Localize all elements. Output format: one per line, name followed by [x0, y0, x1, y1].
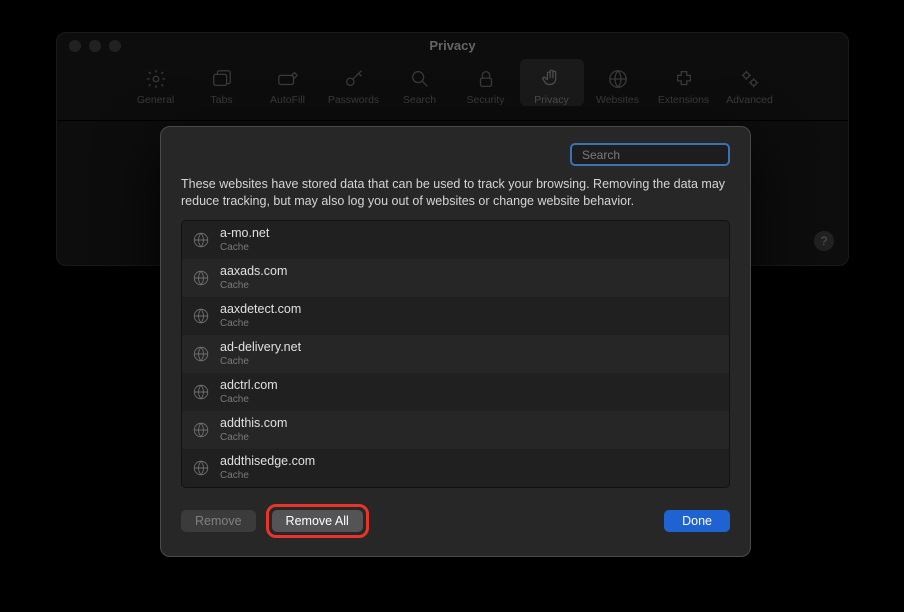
- site-domain: ad-delivery.net: [220, 341, 301, 355]
- hand-icon: [520, 65, 584, 93]
- globe-icon: [192, 345, 210, 363]
- tab-general[interactable]: General: [124, 59, 188, 106]
- site-domain: aaxdetect.com: [220, 303, 301, 317]
- search-field[interactable]: [570, 143, 730, 166]
- annotation-highlight: Remove All: [266, 504, 369, 538]
- close-icon[interactable]: [69, 40, 81, 52]
- list-item[interactable]: aaxdetect.com Cache: [182, 297, 729, 335]
- tab-label: General: [124, 94, 188, 106]
- description-text: These websites have stored data that can…: [181, 176, 730, 210]
- list-item[interactable]: a-mo.net Cache: [182, 221, 729, 259]
- tab-websites[interactable]: Websites: [586, 59, 650, 106]
- site-domain: addthisedge.com: [220, 455, 315, 469]
- globe-icon: [192, 269, 210, 287]
- globe-icon: [192, 421, 210, 439]
- list-item[interactable]: ad-delivery.net Cache: [182, 335, 729, 373]
- zoom-icon[interactable]: [109, 40, 121, 52]
- tab-search[interactable]: Search: [388, 59, 452, 106]
- puzzle-icon: [652, 65, 716, 93]
- tab-label: Search: [388, 94, 452, 106]
- manage-website-data-sheet: These websites have stored data that can…: [160, 126, 751, 557]
- done-button[interactable]: Done: [664, 510, 730, 532]
- gear-icon: [124, 65, 188, 93]
- pencil-icon: [256, 65, 320, 93]
- list-item[interactable]: aaxads.com Cache: [182, 259, 729, 297]
- site-domain: adctrl.com: [220, 379, 278, 393]
- globe-icon: [192, 459, 210, 477]
- site-domain: addthis.com: [220, 417, 287, 431]
- search-icon: [388, 65, 452, 93]
- tab-autofill[interactable]: AutoFill: [256, 59, 320, 106]
- minimize-icon[interactable]: [89, 40, 101, 52]
- tab-tabs[interactable]: Tabs: [190, 59, 254, 106]
- site-domain: aaxads.com: [220, 265, 287, 279]
- titlebar: Privacy: [57, 33, 848, 59]
- tab-passwords[interactable]: Passwords: [322, 59, 386, 106]
- tab-security[interactable]: Security: [454, 59, 518, 106]
- site-detail: Cache: [220, 470, 315, 481]
- site-detail: Cache: [220, 318, 301, 329]
- search-input[interactable]: [582, 148, 737, 162]
- prefs-toolbar: General Tabs AutoFill Passwords Search S…: [57, 59, 848, 121]
- globe-icon: [192, 383, 210, 401]
- traffic-lights[interactable]: [69, 40, 121, 52]
- tab-label: AutoFill: [256, 94, 320, 106]
- website-list[interactable]: a-mo.net Cache aaxads.com Cache aaxdetec…: [181, 220, 730, 488]
- tab-advanced[interactable]: Advanced: [718, 59, 782, 106]
- list-item[interactable]: addthis.com Cache: [182, 411, 729, 449]
- site-detail: Cache: [220, 280, 287, 291]
- tab-extensions[interactable]: Extensions: [652, 59, 716, 106]
- site-detail: Cache: [220, 432, 287, 443]
- tab-privacy[interactable]: Privacy: [520, 59, 584, 106]
- tab-label: Privacy: [520, 94, 584, 106]
- site-detail: Cache: [220, 242, 269, 253]
- remove-all-button[interactable]: Remove All: [272, 510, 363, 532]
- window-title: Privacy: [57, 33, 848, 59]
- globe-icon: [192, 231, 210, 249]
- gears-icon: [718, 65, 782, 93]
- button-row: Remove Remove All Done: [181, 504, 730, 538]
- lock-icon: [454, 65, 518, 93]
- tab-label: Advanced: [718, 94, 782, 106]
- tab-label: Websites: [586, 94, 650, 106]
- tab-label: Extensions: [652, 94, 716, 106]
- key-icon: [322, 65, 386, 93]
- site-domain: a-mo.net: [220, 227, 269, 241]
- globe-icon: [192, 307, 210, 325]
- list-item[interactable]: adctrl.com Cache: [182, 373, 729, 411]
- list-item[interactable]: addthisedge.com Cache: [182, 449, 729, 487]
- tabs-icon: [190, 65, 254, 93]
- tab-label: Passwords: [322, 94, 386, 106]
- help-button[interactable]: ?: [814, 231, 834, 251]
- remove-button[interactable]: Remove: [181, 510, 256, 532]
- site-detail: Cache: [220, 356, 301, 367]
- tab-label: Tabs: [190, 94, 254, 106]
- site-detail: Cache: [220, 394, 278, 405]
- globe-icon: [586, 65, 650, 93]
- tab-label: Security: [454, 94, 518, 106]
